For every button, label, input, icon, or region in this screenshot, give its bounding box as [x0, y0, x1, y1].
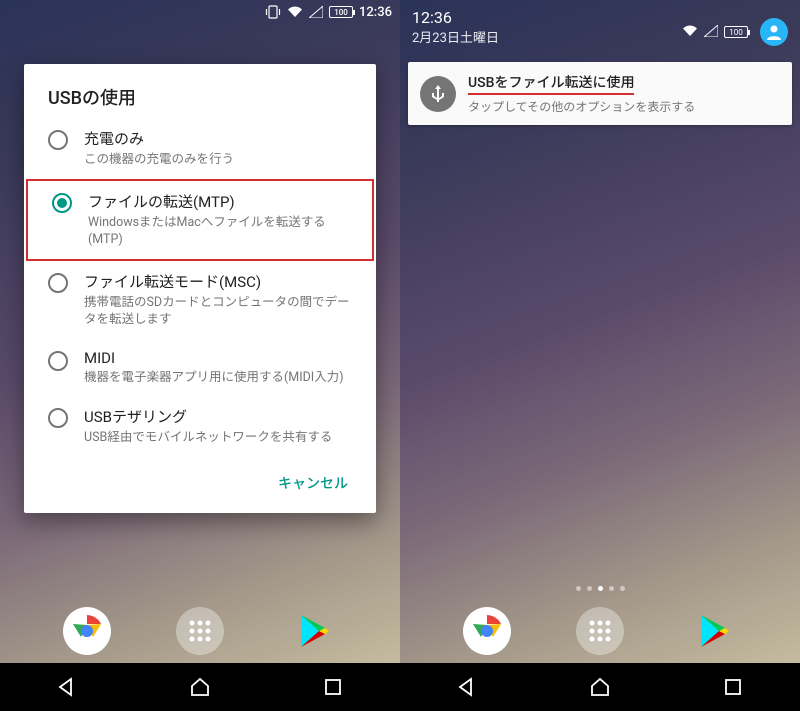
pager-dots: [400, 586, 800, 591]
chrome-icon[interactable]: [463, 607, 511, 655]
play-store-icon[interactable]: [689, 607, 737, 655]
option-midi[interactable]: MIDI 機器を電子楽器アプリ用に使用する(MIDI入力): [24, 339, 376, 397]
dialog-title: USBの使用: [24, 84, 376, 118]
signal-icon: [309, 6, 323, 18]
signal-icon: [704, 25, 718, 40]
radio-icon-selected: [52, 193, 72, 213]
wifi-icon: [287, 6, 303, 18]
apps-icon[interactable]: [176, 607, 224, 655]
battery-level: 100: [334, 8, 348, 17]
option-label: MIDI: [84, 349, 352, 367]
notification-shade-header: 12:36 2月23日土曜日 100: [400, 0, 800, 56]
right-phone: 12:36 2月23日土曜日 100 USBをファイル転送に使用 タップしてその…: [400, 0, 800, 711]
shade-time: 12:36: [412, 8, 499, 27]
battery-level: 100: [729, 28, 743, 37]
battery-icon: 100: [329, 6, 353, 18]
option-label: ファイル転送モード(MSC): [84, 271, 352, 292]
navbar-left: [0, 663, 400, 711]
battery-icon: 100: [724, 26, 748, 38]
navbar-right: [400, 663, 800, 711]
radio-icon: [48, 351, 68, 371]
dot: [576, 586, 581, 591]
dialog-actions: キャンセル: [24, 457, 376, 505]
dock-right: [400, 607, 800, 655]
wifi-icon: [682, 25, 698, 40]
option-charge-only[interactable]: 充電のみ この機器の充電のみを行う: [24, 118, 376, 179]
option-desc: USB経由でモバイルネットワークを共有する: [84, 429, 352, 447]
option-desc: WindowsまたはMacへファイルを転送する(MTP): [88, 214, 348, 249]
notification-subtitle: タップしてその他のオプションを表示する: [468, 98, 780, 115]
option-tethering[interactable]: USBテザリング USB経由でモバイルネットワークを共有する: [24, 396, 376, 457]
notification-title: USBをファイル転送に使用: [468, 72, 634, 95]
dot-active: [598, 586, 603, 591]
shade-date: 2月23日土曜日: [412, 27, 499, 46]
cancel-button[interactable]: キャンセル: [266, 465, 360, 501]
home-button[interactable]: [170, 663, 230, 711]
usb-icon: [420, 76, 456, 112]
dot: [620, 586, 625, 591]
clock: 12:36: [359, 5, 392, 20]
statusbar-left: 100 12:36: [0, 0, 400, 24]
recent-button[interactable]: [703, 663, 763, 711]
chrome-icon[interactable]: [63, 607, 111, 655]
usb-notification[interactable]: USBをファイル転送に使用 タップしてその他のオプションを表示する: [408, 62, 792, 125]
back-button[interactable]: [437, 663, 497, 711]
home-button[interactable]: [570, 663, 630, 711]
dot: [587, 586, 592, 591]
radio-icon: [48, 273, 68, 293]
user-avatar[interactable]: [760, 18, 788, 46]
radio-icon: [48, 408, 68, 428]
usb-dialog: USBの使用 充電のみ この機器の充電のみを行う ファイルの転送(MTP) Wi…: [24, 64, 376, 513]
option-mtp[interactable]: ファイルの転送(MTP) WindowsまたはMacへファイルを転送する(MTP…: [26, 179, 374, 261]
apps-icon[interactable]: [576, 607, 624, 655]
vibrate-icon: [265, 5, 281, 19]
option-desc: 機器を電子楽器アプリ用に使用する(MIDI入力): [84, 369, 352, 387]
option-msc[interactable]: ファイル転送モード(MSC) 携帯電話のSDカードとコンピュータの間でデータを転…: [24, 261, 376, 339]
option-label: USBテザリング: [84, 406, 352, 427]
dot: [609, 586, 614, 591]
option-desc: この機器の充電のみを行う: [84, 151, 352, 169]
option-label: ファイルの転送(MTP): [88, 191, 348, 212]
option-desc: 携帯電話のSDカードとコンピュータの間でデータを転送します: [84, 294, 352, 329]
back-button[interactable]: [37, 663, 97, 711]
dock-left: [0, 607, 400, 655]
radio-icon: [48, 130, 68, 150]
left-phone: 100 12:36 USBの使用 充電のみ この機器の充電のみを行う ファイルの…: [0, 0, 400, 711]
option-label: 充電のみ: [84, 128, 352, 149]
recent-button[interactable]: [303, 663, 363, 711]
play-store-icon[interactable]: [289, 607, 337, 655]
